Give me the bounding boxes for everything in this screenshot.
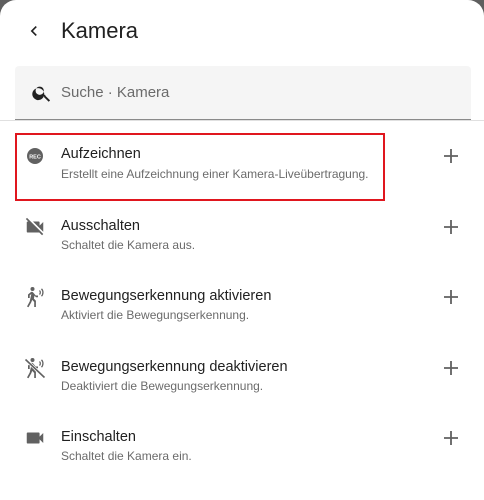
plus-icon xyxy=(444,431,458,445)
action-list: REC Aufzeichnen Erstellt eine Aufzeichnu… xyxy=(0,121,484,474)
item-title: Bewegungserkennung aktivieren xyxy=(61,288,272,304)
plus-icon xyxy=(444,290,458,304)
item-title: Aufzeichnen xyxy=(61,146,141,162)
item-title: Einschalten xyxy=(61,429,136,445)
video-icon xyxy=(23,426,47,450)
item-subtitle: Schaltet die Kamera ein. xyxy=(61,449,192,463)
add-button[interactable] xyxy=(438,143,464,169)
item-title: Ausschalten xyxy=(61,217,140,234)
camera-actions-dialog: Kamera REC Aufzeichnen Erstellt eine Auf… xyxy=(0,0,484,500)
item-subtitle: Erstellt eine Aufzeichnung einer Kamera-… xyxy=(61,167,369,181)
add-button[interactable] xyxy=(438,284,464,310)
page-title: Kamera xyxy=(61,18,139,43)
dialog-header: Kamera xyxy=(0,0,484,62)
plus-icon xyxy=(444,219,458,234)
item-subtitle: Aktiviert die Bewegungserkennung. xyxy=(61,308,250,322)
back-button[interactable] xyxy=(18,15,50,47)
video-off-icon xyxy=(23,215,47,239)
search-icon xyxy=(32,86,51,102)
motion-sensor-off-icon xyxy=(23,356,47,380)
list-item-aufzeichnen[interactable]: REC Aufzeichnen Erstellt eine Aufzeichnu… xyxy=(0,121,484,192)
list-item-einschalten[interactable]: Einschalten Schaltet die Kamera ein. xyxy=(0,403,484,474)
record-icon: REC xyxy=(23,144,47,168)
add-button[interactable] xyxy=(438,214,464,240)
item-subtitle: Deaktiviert die Bewegungserkennung. xyxy=(61,378,264,393)
search-field[interactable] xyxy=(15,66,471,120)
list-item-ausschalten[interactable]: Ausschalten Schaltet die Kamera aus. xyxy=(0,192,484,263)
chevron-left-icon xyxy=(30,26,37,36)
item-subtitle: Schaltet die Kamera aus. xyxy=(61,237,196,252)
search-input[interactable] xyxy=(61,66,451,119)
add-button[interactable] xyxy=(438,355,464,381)
list-item-bewegungserkennung-deaktivieren[interactable]: Bewegungserkennung deaktivieren Deaktivi… xyxy=(0,333,484,404)
plus-icon xyxy=(444,360,458,375)
add-button[interactable] xyxy=(438,425,464,451)
motion-sensor-icon xyxy=(23,285,47,309)
item-title: Bewegungserkennung deaktivieren xyxy=(61,358,288,375)
plus-icon xyxy=(444,149,458,163)
list-item-bewegungserkennung-aktivieren[interactable]: Bewegungserkennung aktivieren Aktiviert … xyxy=(0,262,484,333)
svg-text:REC: REC xyxy=(29,154,41,160)
